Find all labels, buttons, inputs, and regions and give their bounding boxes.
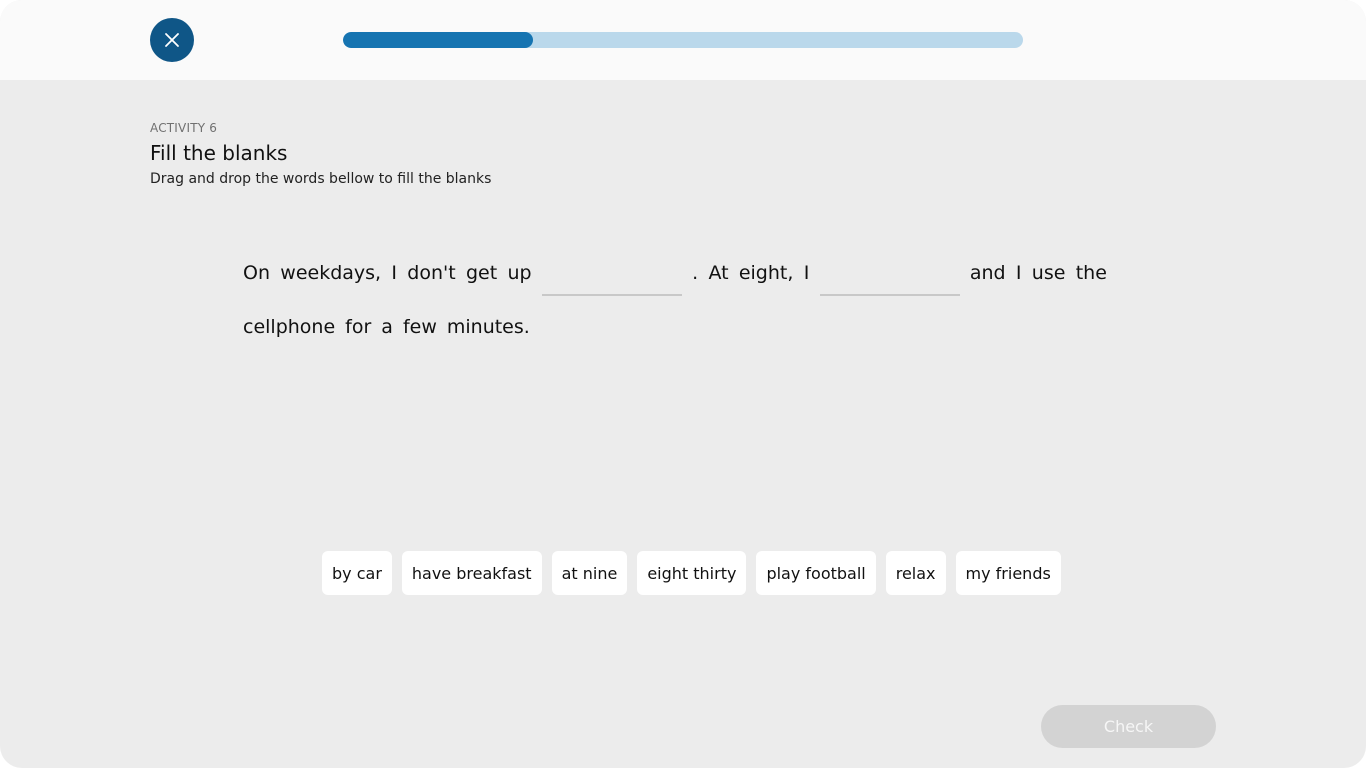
sentence-word: get xyxy=(465,262,498,284)
blank-drop-zone[interactable] xyxy=(541,254,682,296)
sentence-word: On xyxy=(243,262,270,284)
sentence-word: weekdays, xyxy=(280,262,382,284)
word-chip[interactable]: have breakfast xyxy=(401,551,542,595)
activity-title: Fill the blanks xyxy=(150,141,288,165)
sentence-word: and xyxy=(969,262,1006,284)
top-bar xyxy=(0,0,1366,80)
close-icon xyxy=(165,33,179,47)
sentence-word: cellphone xyxy=(243,316,336,338)
sentence-word: I xyxy=(803,262,810,284)
sentence-word: I xyxy=(1015,262,1022,284)
blank-drop-zone[interactable] xyxy=(819,254,960,296)
activity-instructions: Drag and drop the words bellow to fill t… xyxy=(150,171,492,187)
word-chip[interactable]: by car xyxy=(322,551,392,595)
sentence-word: few xyxy=(402,316,437,338)
fill-blank-sentence: On weekdays, Idon't get up. At eight, Iand Iuse t… xyxy=(243,240,1107,350)
word-bank: by car have breakfast at nine eight thirty p… xyxy=(322,551,1061,595)
close-button[interactable] xyxy=(150,18,194,62)
progress-bar xyxy=(343,32,1023,48)
sentence-word: for xyxy=(345,316,372,338)
check-button[interactable]: Check xyxy=(1041,705,1216,748)
sentence-word: up xyxy=(507,262,532,284)
sentence-word: the xyxy=(1075,262,1107,284)
sentence-line: cellphone for a few minutes. xyxy=(243,296,1107,350)
sentence-word: don't xyxy=(407,262,456,284)
sentence-word: . xyxy=(692,262,699,284)
sentence-word: At xyxy=(708,262,729,284)
word-chip[interactable]: eight thirty xyxy=(637,551,747,595)
sentence-word: minutes. xyxy=(446,316,530,338)
word-chip[interactable]: play football xyxy=(756,551,876,595)
sentence-word: eight, xyxy=(738,262,794,284)
word-chip[interactable]: at nine xyxy=(551,551,628,595)
word-chip[interactable]: relax xyxy=(885,551,946,595)
sentence-line: On weekdays, Idon't get up. At eight, Iand Iuse t… xyxy=(243,240,1107,296)
sentence-word: I xyxy=(391,262,397,284)
sentence-word: a xyxy=(381,316,393,338)
progress-fill xyxy=(343,32,534,48)
sentence-word: use xyxy=(1031,262,1066,284)
activity-number: ACTIVITY 6 xyxy=(150,121,218,135)
activity-screen: ACTIVITY 6 Fill the blanks Drag and drop… xyxy=(0,0,1366,768)
word-chip[interactable]: my friends xyxy=(955,551,1061,595)
